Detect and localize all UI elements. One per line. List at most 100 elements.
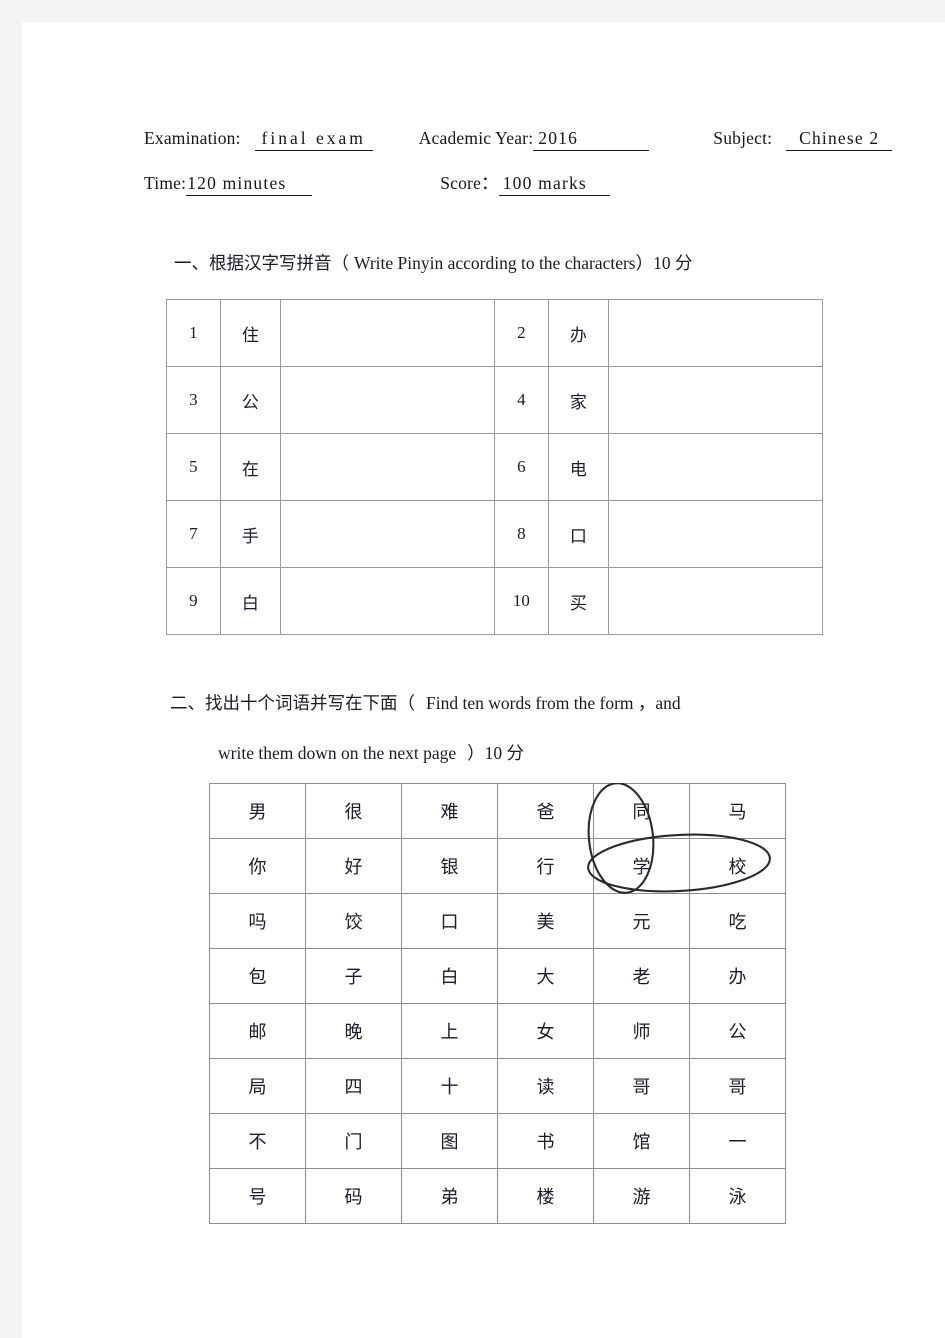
word-search-cell[interactable]: 好 [305,838,402,894]
word-search-cell[interactable]: 弟 [401,1168,498,1224]
section-2-title-en-line1: Find ten words from the form ，and [426,693,681,713]
pinyin-item-character: 手 [219,500,281,568]
word-search-cell[interactable]: 校 [689,838,786,894]
academic-year-label: Academic Year: [418,128,534,148]
score-label: Score： [440,173,499,193]
section-2-number: 二、 [170,693,205,713]
section-2-heading-line-2: write them down on the next page ）10 分 [218,740,524,765]
word-search-cell[interactable]: 图 [401,1113,498,1169]
pinyin-item-number: 10 [493,567,549,635]
word-search-cell[interactable]: 饺 [305,893,402,949]
word-search-row: 邮晚上女师公 [209,1003,786,1059]
word-search-cell[interactable]: 游 [593,1168,690,1224]
exam-header-line-2: Time:120 minutes Score： 100 marks [144,170,610,196]
word-search-cell[interactable]: 你 [209,838,306,894]
pinyin-answer-table: 1 住 2 办 3 公 4 家 5 在 6 电 7 手 8 口 9 白 10 买 [166,299,824,635]
word-search-cell[interactable]: 吃 [689,893,786,949]
pinyin-answer-blank[interactable] [607,500,824,568]
word-search-cell[interactable]: 泳 [689,1168,786,1224]
word-search-cell[interactable]: 同 [593,783,690,839]
pinyin-item-number: 8 [493,500,549,568]
word-search-cell[interactable]: 晚 [305,1003,402,1059]
word-search-cell[interactable]: 号 [209,1168,306,1224]
word-search-cell[interactable]: 爸 [497,783,594,839]
word-search-cell[interactable]: 包 [209,948,306,1004]
pinyin-answer-blank[interactable] [607,299,824,367]
word-search-cell[interactable]: 白 [401,948,498,1004]
pinyin-item-number: 9 [166,567,221,635]
pinyin-answer-blank[interactable] [279,500,495,568]
word-search-cell[interactable]: 十 [401,1058,498,1114]
pinyin-answer-blank[interactable] [279,366,495,434]
word-search-cell[interactable]: 哥 [593,1058,690,1114]
pinyin-answer-blank[interactable] [279,299,495,367]
word-search-cell[interactable]: 美 [497,893,594,949]
pinyin-answer-blank[interactable] [607,567,824,635]
word-search-cell[interactable]: 行 [497,838,594,894]
word-search-cell[interactable]: 很 [305,783,402,839]
word-search-cell[interactable]: 上 [401,1003,498,1059]
pinyin-answer-blank[interactable] [279,567,495,635]
pinyin-answer-blank[interactable] [607,366,824,434]
word-search-cell[interactable]: 马 [689,783,786,839]
word-search-cell[interactable]: 楼 [497,1168,594,1224]
word-search-cell[interactable]: 一 [689,1113,786,1169]
pinyin-table-row: 1住 2办 [166,299,824,367]
pinyin-table-row: 9 白 10 买 [166,567,824,635]
word-search-cell[interactable]: 门 [305,1113,402,1169]
word-search-cell[interactable]: 公 [689,1003,786,1059]
pinyin-table-row: 3公 4家 [166,366,824,434]
pinyin-answer-blank[interactable] [279,433,495,501]
word-search-row: 包子白大老办 [209,948,786,1004]
pinyin-item-character: 办 [547,299,609,367]
word-search-cell[interactable]: 馆 [593,1113,690,1169]
pinyin-item-number: 1 [166,299,221,367]
word-search-cell[interactable]: 元 [593,893,690,949]
word-search-cell[interactable]: 读 [497,1058,594,1114]
word-search-cell[interactable]: 老 [593,948,690,1004]
word-search-cell[interactable]: 四 [305,1058,402,1114]
academic-year-value[interactable]: 2016 [533,128,650,151]
word-search-row: 你好银行学校 [209,838,786,894]
pinyin-item-character: 买 [547,567,609,635]
word-search-cell[interactable]: 女 [497,1003,594,1059]
word-search-cell[interactable]: 不 [209,1113,306,1169]
word-search-row: 不门图书馆一 [209,1113,786,1169]
time-value[interactable]: 120 minutes [186,173,313,196]
pinyin-item-number: 5 [166,433,221,501]
word-search-row: 局四十读哥哥 [209,1058,786,1114]
pinyin-answer-blank[interactable] [607,433,824,501]
word-search-cell[interactable]: 男 [209,783,306,839]
word-search-cell[interactable]: 办 [689,948,786,1004]
word-search-cell[interactable]: 银 [401,838,498,894]
subject-value[interactable]: Chinese 2 [786,128,893,151]
word-search-cell[interactable]: 学 [593,838,690,894]
word-search-row: 号码弟楼游泳 [209,1168,786,1224]
word-search-cell[interactable]: 码 [305,1168,402,1224]
pinyin-item-number: 7 [166,500,221,568]
word-search-cell[interactable]: 难 [401,783,498,839]
word-search-cell[interactable]: 吗 [209,893,306,949]
word-search-cell[interactable]: 书 [497,1113,594,1169]
section-1-paren-open: （ [331,253,350,273]
examination-value[interactable]: final exam [254,128,373,151]
section-1-points: 10 分 [653,253,693,273]
word-search-cell[interactable]: 局 [209,1058,306,1114]
pinyin-item-character: 在 [219,433,281,501]
word-search-cell[interactable]: 师 [593,1003,690,1059]
section-1-title-en: Write Pinyin according to the characters [354,253,636,273]
word-search-grid: 男很难爸同马你好银行学校吗饺口美元吃包子白大老办邮晚上女师公局四十读哥哥不门图书… [209,783,786,1224]
score-value[interactable]: 100 marks [498,173,610,196]
word-search-cell[interactable]: 哥 [689,1058,786,1114]
word-search-cell[interactable]: 子 [305,948,402,1004]
section-2-paren-close: ） [467,743,485,763]
time-label: Time: [144,173,187,193]
pinyin-item-character: 住 [219,299,281,367]
section-2-heading-line-1: 二、找出十个词语并写在下面（ Find ten words from the fo… [170,690,681,715]
section-2-title-en-line2: write them down on the next page [218,743,457,763]
word-search-cell[interactable]: 大 [497,948,594,1004]
section-1-title-zh: 根据汉字写拼音 [209,253,332,273]
word-search-cell[interactable]: 口 [401,893,498,949]
word-search-cell[interactable]: 邮 [209,1003,306,1059]
section-2-title-zh: 找出十个词语并写在下面 [205,693,398,713]
